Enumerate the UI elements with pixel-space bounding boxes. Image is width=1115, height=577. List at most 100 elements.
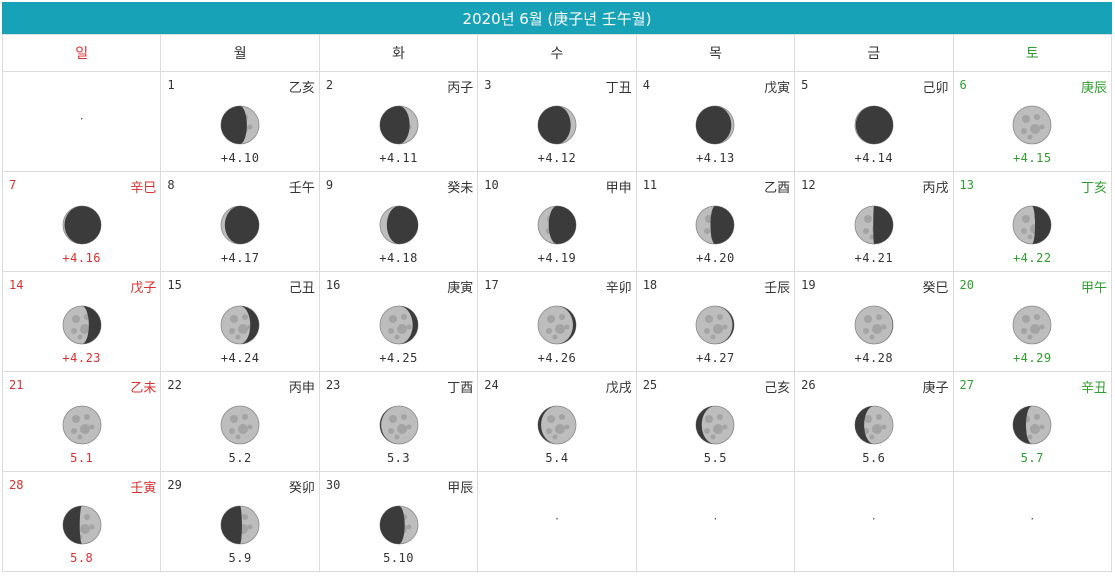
day-cell[interactable]: 5 己卯 +4.14: [794, 71, 954, 172]
lunar-date: +4.19: [537, 251, 577, 265]
weekday-tue: 화: [318, 34, 479, 72]
lunar-date: +4.12: [537, 151, 577, 165]
moon-phase-icon: [220, 205, 260, 245]
lunar-date: 5.10: [383, 551, 414, 565]
day-cell[interactable]: 18 壬辰 +4.27: [635, 271, 796, 372]
ganzhi-label: 辛丑: [1080, 381, 1107, 396]
lunar-date: 5.3: [386, 451, 411, 465]
lunar-date: 5.6: [862, 451, 886, 465]
day-cell[interactable]: 11 乙酉 +4.20: [635, 171, 796, 272]
ganzhi-label: 甲申: [605, 181, 632, 196]
ganzhi-label: 癸巳: [922, 281, 949, 296]
day-number: 25: [642, 378, 658, 392]
ganzhi-label: 甲午: [1080, 281, 1107, 296]
empty-cell: ·: [1, 71, 162, 172]
lunar-date: 5.9: [228, 551, 252, 565]
day-cell[interactable]: 7 辛巳 +4.16: [1, 171, 162, 272]
calendar-grid: 일 월 화 수 목 금 토 · 1 乙亥 +4.10 2 丙子 +4.11 3 丁丑 +4.12 4…: [1, 34, 1113, 572]
day-cell[interactable]: 30 甲辰 5.10: [318, 471, 479, 572]
moon-phase-icon: [220, 405, 260, 445]
day-cell[interactable]: 16 庚寅 +4.25: [318, 271, 479, 372]
day-number: 16: [325, 278, 341, 292]
day-number: 13: [959, 178, 974, 192]
lunar-date: +4.18: [379, 251, 418, 265]
moon-phase-icon: [62, 505, 102, 545]
day-cell[interactable]: 3 丁丑 +4.12: [477, 71, 637, 172]
day-number: 8: [167, 178, 175, 192]
lunar-date: 5.2: [228, 451, 252, 465]
moon-phase-icon: [854, 205, 894, 245]
empty-cell: ·: [952, 471, 1113, 572]
lunar-date: +4.21: [854, 251, 894, 265]
day-cell[interactable]: 13 丁亥 +4.22: [952, 171, 1113, 272]
day-cell[interactable]: 6 庚辰 +4.15: [952, 71, 1113, 172]
week-row: 14 戊子 +4.23 15 己丑 +4.24 16 庚寅 +4.25 17 辛卯 +4.26 18 壬辰…: [1, 271, 1113, 372]
day-cell[interactable]: 19 癸巳 +4.28: [794, 271, 954, 372]
day-cell[interactable]: 22 丙申 5.2: [160, 371, 320, 472]
moon-phase-icon: [379, 505, 418, 545]
moon-phase-icon: [695, 305, 735, 345]
ganzhi-label: 乙酉: [764, 181, 791, 196]
day-number: 28: [9, 478, 24, 492]
day-cell[interactable]: 2 丙子 +4.11: [318, 71, 479, 172]
moon-phase-icon: [854, 105, 894, 145]
day-cell[interactable]: 14 戊子 +4.23: [1, 271, 162, 372]
day-cell[interactable]: 21 乙未 5.1: [1, 371, 162, 472]
empty-cell: ·: [477, 471, 637, 572]
ganzhi-label: 丙子: [447, 81, 474, 96]
day-cell[interactable]: 15 己丑 +4.24: [160, 271, 320, 372]
day-cell[interactable]: 17 辛卯 +4.26: [477, 271, 637, 372]
day-number: 20: [959, 278, 974, 292]
day-number: 22: [167, 378, 182, 392]
ganzhi-label: 戊戌: [605, 381, 632, 396]
moon-phase-icon: [1012, 105, 1052, 145]
day-cell[interactable]: 28 壬寅 5.8: [1, 471, 162, 572]
ganzhi-label: 辛巳: [130, 181, 157, 196]
day-cell[interactable]: 20 甲午 +4.29: [952, 271, 1113, 372]
moon-phase-icon: [537, 405, 577, 445]
day-number: 19: [801, 278, 816, 292]
day-cell[interactable]: 8 壬午 +4.17: [160, 171, 320, 272]
moon-phase-icon: [379, 305, 418, 345]
weekday-sun: 일: [1, 34, 162, 72]
day-cell[interactable]: 4 戊寅 +4.13: [635, 71, 796, 172]
day-cell[interactable]: 25 己亥 5.5: [635, 371, 796, 472]
moon-phase-icon: [1012, 205, 1052, 245]
day-cell[interactable]: 1 乙亥 +4.10: [160, 71, 320, 172]
day-cell[interactable]: 24 戊戌 5.4: [477, 371, 637, 472]
day-number: 26: [801, 378, 816, 392]
day-cell[interactable]: 12 丙戌 +4.21: [794, 171, 954, 272]
moon-phase-icon: [854, 305, 894, 345]
day-number: 3: [484, 78, 492, 92]
day-cell[interactable]: 27 辛丑 5.7: [952, 371, 1113, 472]
day-cell[interactable]: 29 癸卯 5.9: [160, 471, 320, 572]
ganzhi-label: 壬辰: [764, 281, 791, 296]
day-cell[interactable]: 10 甲申 +4.19: [477, 171, 637, 272]
day-number: 17: [484, 278, 499, 292]
ganzhi-label: 戊子: [130, 281, 157, 296]
lunar-date: +4.28: [854, 351, 894, 365]
day-number: 1: [167, 78, 175, 92]
day-cell[interactable]: 26 庚子 5.6: [794, 371, 954, 472]
moon-phase-icon: [62, 405, 102, 445]
week-row: 21 乙未 5.1 22 丙申 5.2 23 丁酉 5.3 24 戊戌 5.4 25 己亥 5.5 26 庚子 5…: [1, 371, 1113, 472]
ganzhi-label: 庚辰: [1080, 81, 1107, 96]
moon-phase-icon: [1012, 305, 1052, 345]
lunar-date: +4.20: [696, 251, 735, 265]
day-number: 15: [167, 278, 182, 292]
day-number: 2: [325, 78, 334, 92]
day-cell[interactable]: 9 癸未 +4.18: [318, 171, 479, 272]
ganzhi-label: 乙亥: [288, 81, 315, 96]
ganzhi-label: 乙未: [130, 381, 157, 396]
day-number: 7: [9, 178, 17, 192]
moon-phase-icon: [1012, 405, 1052, 445]
week-row: · 1 乙亥 +4.10 2 丙子 +4.11 3 丁丑 +4.12 4 戊寅 +4.13 5 己卯 +4.1…: [1, 71, 1113, 172]
ganzhi-label: 辛卯: [605, 281, 632, 296]
ganzhi-label: 己亥: [764, 381, 791, 396]
lunar-date: +4.26: [537, 351, 577, 365]
lunar-date: 5.8: [70, 551, 94, 565]
ganzhi-label: 庚寅: [447, 281, 474, 296]
day-number: 4: [642, 78, 650, 92]
day-cell[interactable]: 23 丁酉 5.3: [318, 371, 479, 472]
day-number: 21: [9, 378, 24, 392]
